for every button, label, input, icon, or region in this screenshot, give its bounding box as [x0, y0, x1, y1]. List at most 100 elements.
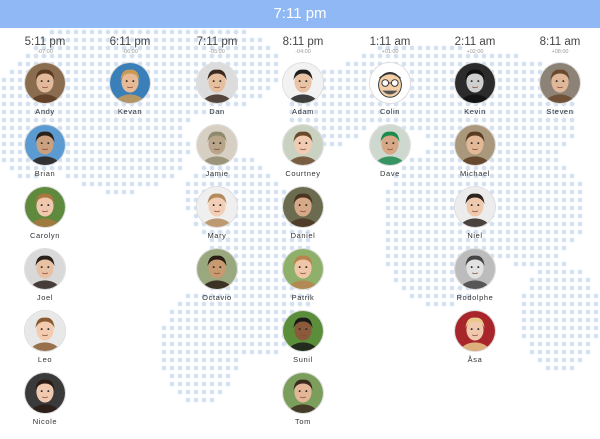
team-member-card[interactable]: Dan: [182, 62, 252, 124]
team-member-card[interactable]: Dave: [355, 124, 425, 186]
avatar[interactable]: [24, 310, 66, 352]
member-name: Daniel: [290, 231, 316, 240]
avatar[interactable]: [282, 310, 324, 352]
team-member-card[interactable]: Joel: [10, 248, 80, 310]
timezone-column: 7:11 pm -05:00 Dan Jamie Mary Octavio: [182, 28, 252, 310]
member-name: Kevin: [464, 107, 486, 116]
team-member-card[interactable]: Jamie: [182, 124, 252, 186]
member-name: Jamie: [205, 169, 229, 178]
avatar-photo: [455, 311, 495, 351]
member-name: Andy: [35, 107, 55, 116]
avatar[interactable]: [454, 124, 496, 166]
avatar[interactable]: [539, 62, 581, 104]
avatar-photo: [25, 125, 65, 165]
avatar-photo: [370, 63, 410, 103]
team-member-card[interactable]: Colin: [355, 62, 425, 124]
member-name: Leo: [37, 355, 53, 364]
avatar-photo: [540, 63, 580, 103]
member-name: Mary: [207, 231, 227, 240]
timezone-column: 6:11 pm -06:00 Kevan: [95, 28, 165, 124]
avatar[interactable]: [454, 186, 496, 228]
member-name: Steven: [546, 107, 574, 116]
timezone-column: 8:11 am +08:00 Steven: [525, 28, 595, 124]
team-member-card[interactable]: Leo: [10, 310, 80, 372]
avatar[interactable]: [282, 372, 324, 414]
team-member-card[interactable]: Octavio: [182, 248, 252, 310]
member-name: Niel: [467, 231, 483, 240]
team-member-card[interactable]: Patrik: [268, 248, 338, 310]
avatar[interactable]: [196, 124, 238, 166]
timezone-offset: +08:00: [551, 49, 569, 55]
avatar[interactable]: [454, 310, 496, 352]
team-member-card[interactable]: Brian: [10, 124, 80, 186]
timezone-time: 6:11 pm: [109, 36, 151, 48]
avatar[interactable]: [109, 62, 151, 104]
team-member-card[interactable]: Carolyn: [10, 186, 80, 248]
timezone-column: 8:11 pm -04:00 Adam Courtney Daniel Patrik Sun…: [268, 28, 338, 434]
avatar[interactable]: [454, 248, 496, 290]
team-member-card[interactable]: Niel: [440, 186, 510, 248]
avatar[interactable]: [196, 62, 238, 104]
member-name: Courtney: [285, 169, 321, 178]
avatar[interactable]: [24, 248, 66, 290]
team-member-card[interactable]: Sunil: [268, 310, 338, 372]
avatar-photo: [283, 311, 323, 351]
team-member-card[interactable]: Tom: [268, 372, 338, 434]
avatar[interactable]: [196, 248, 238, 290]
member-name: Octavio: [202, 293, 232, 302]
timezone-offset: +02:00: [466, 49, 484, 55]
avatar-photo: [283, 373, 323, 413]
timezone-offset: -04:00: [295, 49, 311, 55]
avatar-photo: [25, 249, 65, 289]
avatar-photo: [455, 187, 495, 227]
avatar[interactable]: [24, 372, 66, 414]
timezone-column: 2:11 am +02:00 Kevin Michael Niel Rodolphe Åsa: [440, 28, 510, 372]
team-member-card[interactable]: Kevan: [95, 62, 165, 124]
avatar[interactable]: [454, 62, 496, 104]
avatar[interactable]: [282, 186, 324, 228]
team-member-card[interactable]: Andy: [10, 62, 80, 124]
member-name: Joel: [36, 293, 54, 302]
team-member-card[interactable]: Courtney: [268, 124, 338, 186]
team-member-card[interactable]: Kevin: [440, 62, 510, 124]
avatar-photo: [455, 125, 495, 165]
timezone-time: 1:11 am: [369, 36, 411, 48]
avatar[interactable]: [282, 62, 324, 104]
member-name: Dave: [380, 169, 400, 178]
avatar-photo: [25, 373, 65, 413]
avatar-photo: [197, 63, 237, 103]
avatar[interactable]: [282, 248, 324, 290]
avatar-photo: [370, 125, 410, 165]
avatar-photo: [197, 187, 237, 227]
avatar[interactable]: [282, 124, 324, 166]
team-member-card[interactable]: Rodolphe: [440, 248, 510, 310]
avatar-photo: [283, 63, 323, 103]
timezone-time: 8:11 pm: [282, 36, 324, 48]
team-member-card[interactable]: Nicole: [10, 372, 80, 434]
avatar-photo: [25, 187, 65, 227]
team-member-card[interactable]: Adam: [268, 62, 338, 124]
avatar[interactable]: [369, 124, 411, 166]
avatar[interactable]: [24, 186, 66, 228]
team-member-card[interactable]: Daniel: [268, 186, 338, 248]
avatar-photo: [455, 63, 495, 103]
member-name: Rodolphe: [456, 293, 494, 302]
avatar[interactable]: [196, 186, 238, 228]
member-name: Adam: [292, 107, 314, 116]
team-member-card[interactable]: Steven: [525, 62, 595, 124]
avatar-photo: [283, 249, 323, 289]
avatar[interactable]: [369, 62, 411, 104]
team-member-card[interactable]: Michael: [440, 124, 510, 186]
avatar-photo: [110, 63, 150, 103]
avatar[interactable]: [24, 62, 66, 104]
current-time-header: 7:11 pm: [0, 0, 600, 28]
member-name: Colin: [379, 107, 401, 116]
timezone-column: 5:11 pm -07:00 Andy Brian Carolyn Joel Leo Nico…: [10, 28, 80, 434]
avatar-photo: [283, 187, 323, 227]
avatar[interactable]: [24, 124, 66, 166]
member-name: Carolyn: [29, 231, 61, 240]
team-member-card[interactable]: Åsa: [440, 310, 510, 372]
team-member-card[interactable]: Mary: [182, 186, 252, 248]
timezone-time: 2:11 am: [454, 36, 496, 48]
timezone-time: 8:11 am: [539, 36, 581, 48]
